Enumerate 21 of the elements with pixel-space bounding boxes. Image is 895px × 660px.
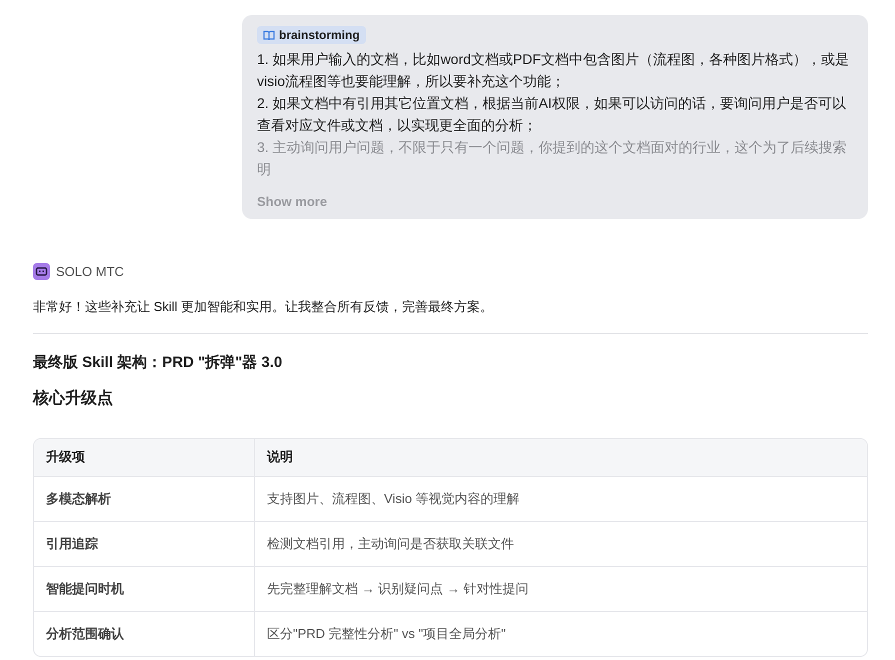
table-cell: 先完整理解文档 → 识别疑问点 → 针对性提问 xyxy=(255,566,867,612)
book-icon xyxy=(263,30,275,40)
table-cell: 支持图片、流程图、Visio 等视觉内容的理解 xyxy=(255,476,867,522)
show-more-button[interactable]: Show more xyxy=(257,194,328,208)
message-text: 3. 主动询问用户问题，不限于只有一个问题，你提到的这个文档面对的行业，这个为了后续搜索明 xyxy=(257,138,848,178)
assistant-name: SOLO MTC xyxy=(56,264,124,278)
table-cell: 智能提问时机 xyxy=(34,566,255,612)
message-text: 1. 如果用户输入的文档，比如word文档或PDF文档中包含图片（流程图，各种图片格式），或是visio流程图等也要能理解，所以要补充这个功能； xyxy=(257,50,850,90)
table-cell: 引用追踪 xyxy=(34,522,255,566)
reply-text: 非常好！这些补充让 Skill 更加智能和实用。让我整合所有反馈，完善最终方案。 xyxy=(33,298,494,316)
table-cell-text: 区分"PRD 完整性分析" vs "项目全局分析" xyxy=(266,624,507,642)
section-heading: 最终版 Skill 架构：PRD "拆弹"器 3.0 xyxy=(33,352,284,372)
table-cell: 检测文档引用，主动询问是否获取关联文件 xyxy=(255,522,867,566)
column-header: 升级项 xyxy=(34,438,255,476)
subsection-heading: 核心升级点 xyxy=(33,388,114,408)
column-header: 说明 xyxy=(255,438,867,476)
table-cell: 多模态解析 xyxy=(34,476,255,522)
brainstorming-tag: brainstorming xyxy=(257,26,366,44)
table-cell: 分析范围确认 xyxy=(34,612,255,656)
message-text: 2. 如果文档中有引用其它位置文档，根据当前AI权限，如果可以访问的话，要询问用户是否可以查看对应文件或文档，以实现更全面的分析； xyxy=(257,94,847,134)
assistant-avatar-icon xyxy=(33,262,50,280)
